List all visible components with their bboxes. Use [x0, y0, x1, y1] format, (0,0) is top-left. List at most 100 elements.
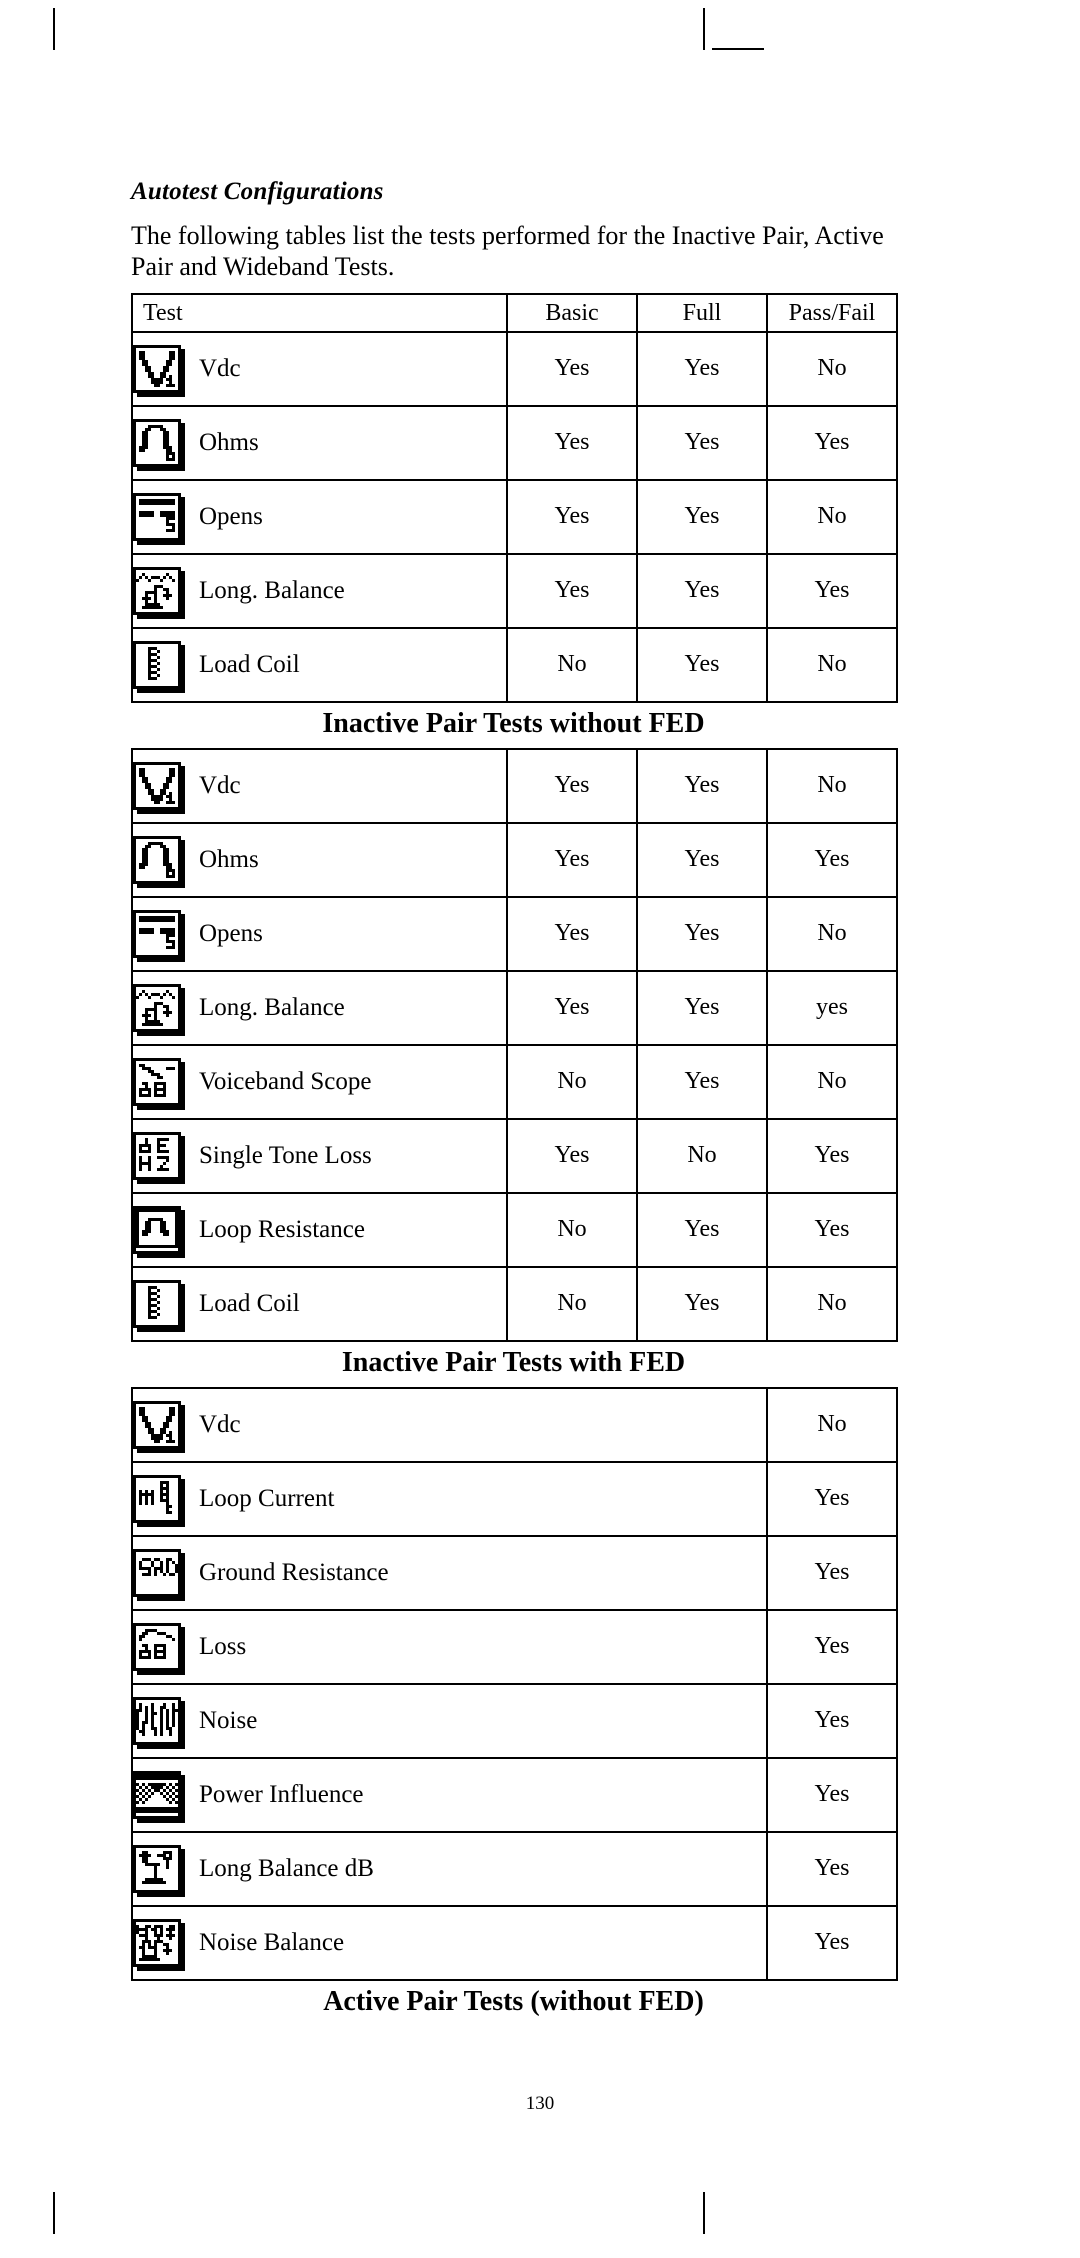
basic-value: Yes [506, 478, 638, 555]
table-3-caption: Active Pair Tests (without FED) [323, 1985, 704, 2017]
passfail-value: yes [766, 969, 898, 1046]
table-row: Power Influence Yes [131, 1756, 898, 1833]
test-label: Ohms [199, 846, 259, 874]
table-inactive-pair-with-fed: Vdc Yes Yes No Ohms Yes Yes Yes Opens Yes Yes No Lon… [131, 747, 911, 1379]
passfail-value: No [766, 1043, 898, 1120]
passfail-value: Yes [766, 1904, 898, 1981]
page-number: 130 [525, 2093, 555, 2114]
test-cell: Opens [131, 895, 508, 972]
test-label: Vdc [199, 772, 241, 800]
crop-mark-top-right [703, 8, 705, 50]
table-row: Long Balance dB Yes [131, 1830, 898, 1907]
table-row: Loop Resistance No Yes Yes [131, 1191, 898, 1268]
passfail-value: No [766, 1265, 898, 1342]
crop-mark-bottom-right [703, 2192, 705, 2234]
full-value: Yes [636, 821, 768, 898]
basic-value: Yes [506, 1117, 638, 1194]
full-value: Yes [636, 1191, 768, 1268]
column-header-test: Test [131, 292, 508, 333]
test-cell: Vdc [131, 1386, 768, 1463]
table-row: Ground Resistance Yes [131, 1534, 898, 1611]
noise-balance-icon [133, 1918, 181, 1967]
table-row: Ohms Yes Yes Yes [131, 404, 898, 481]
test-cell: Loss [131, 1608, 768, 1685]
test-label: Load Coil [199, 651, 300, 679]
power-influence-icon [133, 1770, 181, 1819]
full-value: Yes [636, 552, 768, 629]
test-label: Long. Balance [199, 577, 345, 605]
basic-value: No [506, 1191, 638, 1268]
passfail-value: Yes [766, 1682, 898, 1759]
test-cell: Ohms [131, 821, 508, 898]
basic-value: Yes [506, 747, 638, 824]
basic-value: Yes [506, 552, 638, 629]
full-value: Yes [636, 1265, 768, 1342]
test-cell: Ground Resistance [131, 1534, 768, 1611]
passfail-value: No [766, 478, 898, 555]
test-cell: Long. Balance [131, 552, 508, 629]
page-content: Autotest Configurations The following ta… [131, 178, 911, 2025]
test-cell: Load Coil [131, 626, 508, 703]
loop-current-icon [133, 1474, 181, 1523]
ohms-icon [133, 835, 181, 884]
table-row: Voiceband Scope No Yes No [131, 1043, 898, 1120]
table-row: Noise Yes [131, 1682, 898, 1759]
passfail-value: No [766, 1386, 898, 1463]
ohms-icon [133, 418, 181, 467]
test-label: Opens [199, 920, 263, 948]
basic-value: No [506, 626, 638, 703]
test-label: Vdc [199, 1411, 241, 1439]
table-row: Opens Yes Yes No [131, 895, 898, 972]
basic-value: No [506, 1043, 638, 1120]
loop-resistance-icon [133, 1205, 181, 1254]
test-cell: Noise [131, 1682, 768, 1759]
passfail-value: No [766, 747, 898, 824]
test-label: Loop Resistance [199, 1216, 365, 1244]
full-value: Yes [636, 478, 768, 555]
crop-mark-top-right-horizontal [712, 48, 764, 50]
test-cell: Ohms [131, 404, 508, 481]
test-label: Long Balance dB [199, 1855, 374, 1883]
noise-icon [133, 1696, 181, 1745]
full-value: Yes [636, 895, 768, 972]
table-row: Ohms Yes Yes Yes [131, 821, 898, 898]
column-header-full: Full [636, 292, 768, 333]
page-title: Autotest Configurations [131, 178, 384, 205]
test-cell: Noise Balance [131, 1904, 768, 1981]
opens-icon [133, 492, 181, 541]
test-label: Noise [199, 1707, 258, 1735]
test-label: Ground Resistance [199, 1559, 389, 1587]
basic-value: No [506, 1265, 638, 1342]
passfail-value: Yes [766, 1117, 898, 1194]
test-cell: Load Coil [131, 1265, 508, 1342]
table-row: Long. Balance Yes Yes yes [131, 969, 898, 1046]
column-header-basic: Basic [506, 292, 638, 333]
test-label: Ohms [199, 429, 259, 457]
basic-value: Yes [506, 821, 638, 898]
table-inactive-pair-without-fed: Test Basic Full Pass/Fail Vdc Yes Yes No Ohm… [131, 292, 911, 740]
table-row: Single Tone Loss Yes No Yes [131, 1117, 898, 1194]
test-cell: Single Tone Loss [131, 1117, 508, 1194]
vdc-icon [133, 761, 181, 810]
full-value: Yes [636, 747, 768, 824]
passfail-value: Yes [766, 1756, 898, 1833]
test-cell: Loop Resistance [131, 1191, 508, 1268]
test-label: Voiceband Scope [199, 1068, 372, 1096]
passfail-value: Yes [766, 1534, 898, 1611]
opens-icon [133, 909, 181, 958]
vdc-icon [133, 344, 181, 393]
passfail-value: Yes [766, 1608, 898, 1685]
passfail-value: Yes [766, 1191, 898, 1268]
table-row: Vdc Yes Yes No [131, 747, 898, 824]
load-coil-icon [133, 1279, 181, 1328]
voiceband-scope-icon [133, 1057, 181, 1106]
test-label: Long. Balance [199, 994, 345, 1022]
load-coil-icon [133, 640, 181, 689]
table-row: Load Coil No Yes No [131, 1265, 898, 1342]
full-value: Yes [636, 404, 768, 481]
test-cell: Long. Balance [131, 969, 508, 1046]
test-label: Power Influence [199, 1781, 364, 1809]
table-row: Loss Yes [131, 1608, 898, 1685]
table-2-caption: Inactive Pair Tests with FED [341, 1346, 686, 1378]
test-cell: Loop Current [131, 1460, 768, 1537]
